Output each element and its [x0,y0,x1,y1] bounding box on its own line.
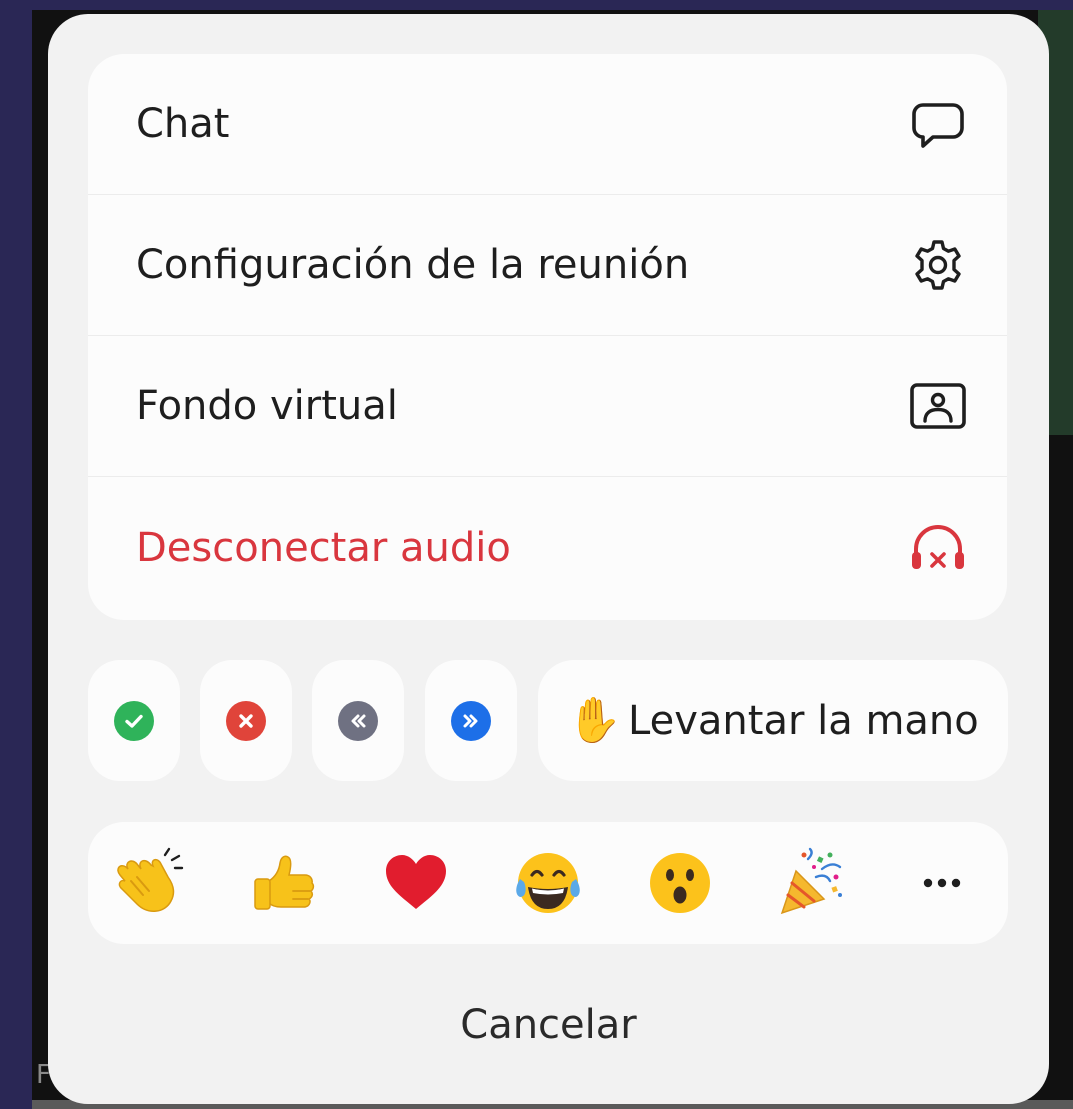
gear-icon [909,236,967,294]
more-dots-icon [922,874,962,893]
party-popper-icon[interactable] [774,847,846,919]
go-slower-button[interactable] [312,660,404,781]
more-reactions-button[interactable] [906,847,978,919]
raised-hand-icon: ✋ [567,694,623,746]
raise-hand-label: Levantar la mano [628,697,979,744]
slower-icon [338,700,378,741]
menu-item-chat[interactable]: Chat [88,54,1007,195]
menu-item-disconnect-audio[interactable]: Desconectar audio [88,477,1007,618]
green-check-icon [114,700,154,741]
menu-item-label: Fondo virtual [136,383,398,429]
go-faster-button[interactable] [425,660,517,781]
yes-button[interactable] [88,660,180,781]
thumbs-up-icon[interactable] [247,847,319,919]
tears-of-joy-icon[interactable] [512,847,584,919]
headphones-disconnect-icon [909,519,967,577]
raise-hand-button[interactable]: ✋ Levantar la mano [538,660,1008,781]
menu-item-meeting-settings[interactable]: Configuración de la reunión [88,195,1007,336]
clapping-hands-icon[interactable] [115,847,187,919]
menu-item-virtual-background[interactable]: Fondo virtual [88,336,1007,477]
chat-bubble-icon [909,95,967,153]
virtual-background-icon [909,377,967,435]
more-options-sheet: Chat Configuración de la reunión Fondo v… [48,14,1049,1104]
menu-item-label: Desconectar audio [136,524,511,571]
heart-icon[interactable] [380,847,452,919]
red-x-icon [226,700,266,741]
options-menu: Chat Configuración de la reunión Fondo v… [88,54,1007,620]
quick-actions-row: ✋ Levantar la mano [88,660,1008,781]
cancel-button[interactable]: Cancelar [48,980,1049,1070]
menu-item-label: Configuración de la reunión [136,242,690,288]
surprised-face-icon[interactable] [644,847,716,919]
reactions-row [88,822,1008,944]
no-button[interactable] [200,660,292,781]
faster-icon [451,700,491,741]
menu-item-label: Chat [136,101,230,147]
